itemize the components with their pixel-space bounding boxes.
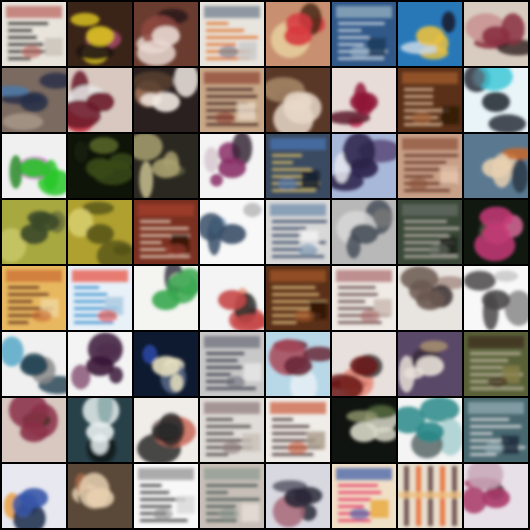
sample-tile bbox=[200, 266, 264, 330]
sample-tile bbox=[200, 398, 264, 462]
sample-tile bbox=[464, 134, 528, 198]
sample-tile bbox=[134, 398, 198, 462]
sample-tile bbox=[332, 200, 396, 264]
sample-tile bbox=[134, 68, 198, 132]
sample-tile bbox=[68, 134, 132, 198]
sample-tile bbox=[2, 332, 66, 396]
sample-tile bbox=[200, 134, 264, 198]
sample-tile bbox=[464, 332, 528, 396]
sample-tile bbox=[2, 266, 66, 330]
sample-tile bbox=[266, 134, 330, 198]
sample-tile bbox=[332, 134, 396, 198]
sample-tile bbox=[464, 68, 528, 132]
sample-tile bbox=[398, 68, 462, 132]
sample-tile bbox=[398, 398, 462, 462]
sample-tile bbox=[464, 200, 528, 264]
sample-tile bbox=[200, 332, 264, 396]
sample-tile bbox=[68, 464, 132, 528]
sample-tile bbox=[200, 2, 264, 66]
sample-tile bbox=[200, 464, 264, 528]
sample-tile bbox=[68, 2, 132, 66]
sample-tile bbox=[266, 464, 330, 528]
sample-tile bbox=[200, 200, 264, 264]
sample-tile bbox=[2, 68, 66, 132]
sample-tile bbox=[266, 2, 330, 66]
sample-tile bbox=[2, 398, 66, 462]
sample-tile bbox=[200, 68, 264, 132]
sample-tile bbox=[332, 464, 396, 528]
sample-tile bbox=[2, 200, 66, 264]
sample-tile bbox=[134, 200, 198, 264]
sample-tile bbox=[68, 266, 132, 330]
sample-tile bbox=[266, 332, 330, 396]
generated-sample-grid bbox=[0, 0, 530, 530]
sample-tile bbox=[332, 332, 396, 396]
sample-tile bbox=[2, 134, 66, 198]
sample-tile bbox=[464, 2, 528, 66]
sample-tile bbox=[266, 200, 330, 264]
sample-tile bbox=[464, 266, 528, 330]
sample-tile bbox=[332, 266, 396, 330]
sample-tile bbox=[134, 134, 198, 198]
sample-tile bbox=[332, 398, 396, 462]
sample-tile bbox=[398, 134, 462, 198]
sample-tile bbox=[68, 200, 132, 264]
sample-tile bbox=[2, 2, 66, 66]
sample-tile bbox=[398, 266, 462, 330]
sample-tile bbox=[68, 332, 132, 396]
sample-tile bbox=[134, 464, 198, 528]
sample-tile bbox=[398, 332, 462, 396]
sample-tile bbox=[134, 266, 198, 330]
sample-tile bbox=[398, 464, 462, 528]
sample-tile bbox=[68, 68, 132, 132]
sample-tile bbox=[68, 398, 132, 462]
sample-tile bbox=[464, 398, 528, 462]
sample-tile bbox=[398, 2, 462, 66]
sample-tile bbox=[266, 68, 330, 132]
sample-tile bbox=[332, 2, 396, 66]
sample-tile bbox=[134, 2, 198, 66]
sample-tile bbox=[266, 398, 330, 462]
sample-tile bbox=[266, 266, 330, 330]
sample-tile bbox=[464, 464, 528, 528]
sample-tile bbox=[332, 68, 396, 132]
sample-tile bbox=[398, 200, 462, 264]
sample-tile bbox=[2, 464, 66, 528]
sample-tile bbox=[134, 332, 198, 396]
